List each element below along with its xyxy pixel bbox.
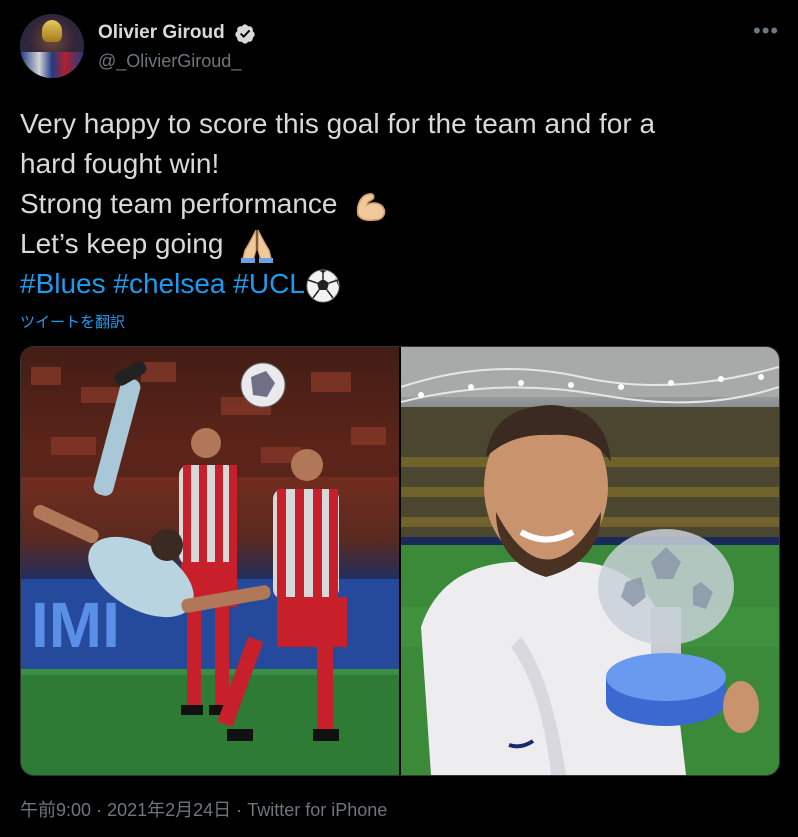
hashtag-link[interactable]: #chelsea — [113, 268, 225, 299]
translate-tweet-link[interactable]: ツイートを翻訳 — [20, 311, 125, 332]
hashtag-line: #Blues #chelsea #UCL — [20, 264, 780, 304]
display-name[interactable]: Olivier Giroud — [98, 22, 225, 44]
avatar[interactable] — [20, 14, 84, 78]
tweet-line: Let’s keep going — [20, 224, 780, 264]
selfie-with-trophy-photo[interactable] — [401, 347, 779, 775]
verified-badge-icon — [235, 24, 255, 44]
media-grid: IMI — [20, 346, 780, 776]
folded-hands-icon — [241, 229, 274, 263]
tweet-line: hard fought win! — [20, 148, 220, 179]
meta-separator: · — [96, 800, 103, 820]
hashtag-link[interactable]: #UCL — [233, 268, 305, 299]
tweet-line: Strong team performance — [20, 184, 780, 224]
soccer-ball-icon — [306, 269, 340, 303]
tweet-line-text: Let’s keep going — [20, 228, 224, 259]
author-handle[interactable]: @_OlivierGiroud_ — [98, 51, 241, 72]
svg-text:IMI: IMI — [31, 589, 120, 661]
hashtag-link[interactable]: #Blues — [20, 268, 106, 299]
flexed-biceps-icon — [357, 192, 386, 221]
trophy-shape — [42, 20, 62, 42]
tweet-text: Very happy to score this goal for the te… — [20, 104, 780, 304]
meta-separator: · — [236, 800, 243, 820]
tweet-line: Very happy to score this goal for the te… — [20, 108, 656, 139]
tweet-source: Twitter for iPhone — [247, 800, 388, 820]
tweet-meta: 午前9:00 · 2021年2月24日 · Twitter for iPhone — [20, 796, 387, 822]
tweet-date[interactable]: 2021年2月24日 — [107, 800, 231, 820]
tweet-line-text: Strong team performance — [20, 188, 338, 219]
tweet-time[interactable]: 午前9:00 — [20, 800, 91, 820]
bicycle-kick-photo[interactable]: IMI — [21, 347, 399, 775]
more-options-icon[interactable]: ••• — [753, 18, 779, 44]
shirts-shape — [20, 52, 84, 78]
